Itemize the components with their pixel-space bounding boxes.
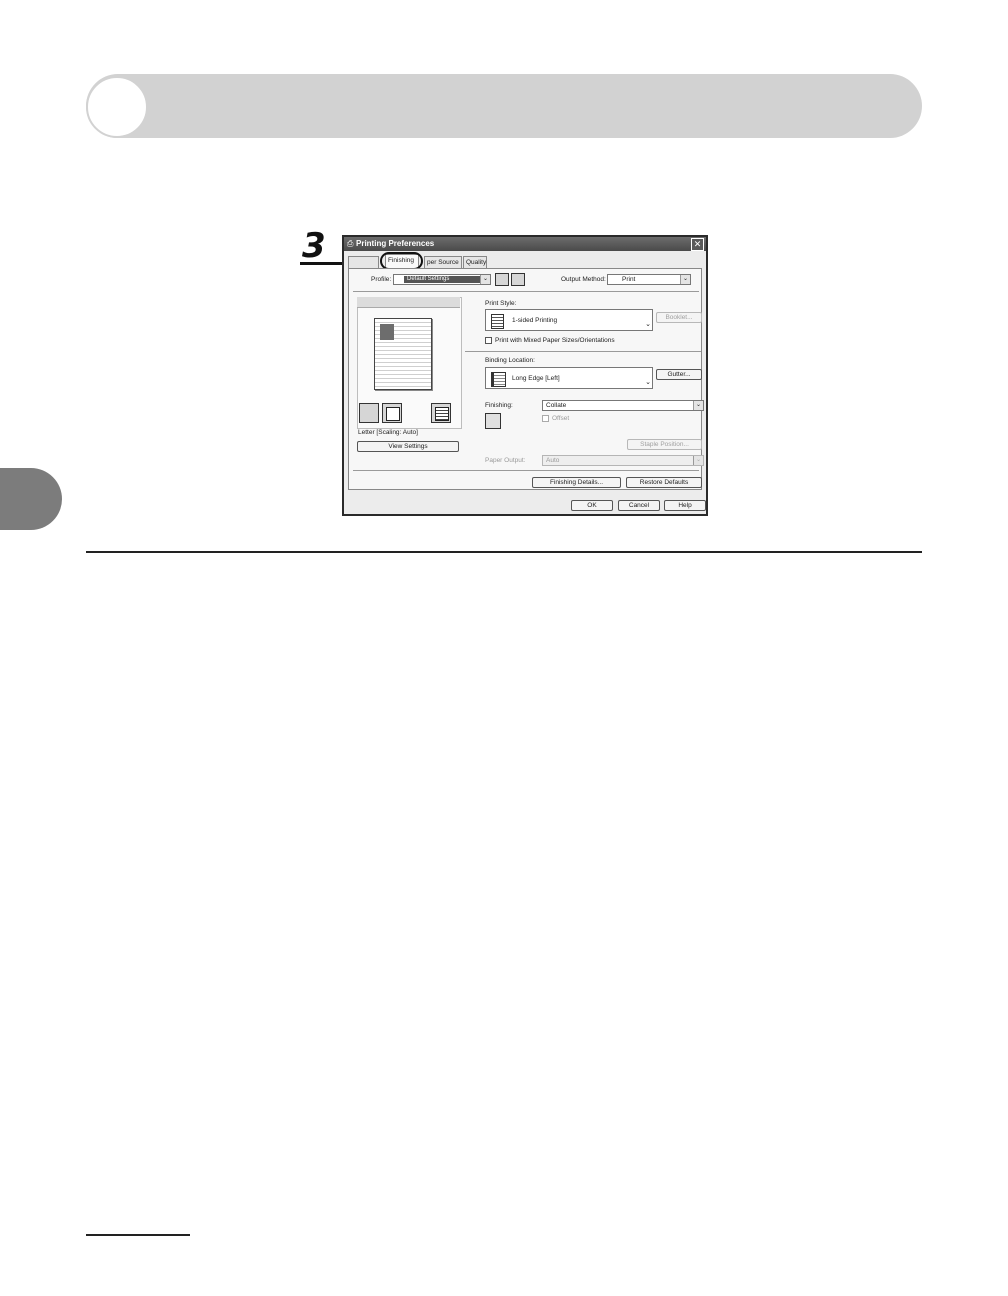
finishing-value: Collate: [546, 402, 567, 409]
printing-preferences-dialog: ⎙ Printing Preferences ✕ Finishing per S…: [342, 235, 708, 516]
cancel-button[interactable]: Cancel: [618, 500, 660, 511]
middle-separator: [465, 351, 701, 352]
section-divider: [86, 551, 922, 553]
view-settings-button[interactable]: View Settings: [357, 441, 459, 452]
one-sided-icon: [491, 314, 504, 329]
offset-label: Offset: [552, 415, 570, 422]
paper-output-select[interactable]: Auto ⌄: [542, 455, 704, 466]
chapter-side-tab: [0, 468, 62, 530]
profile-value: Default Settings: [404, 276, 480, 283]
paper-output-value: Auto: [546, 457, 560, 464]
top-separator: [353, 291, 699, 292]
dialog-title: Printing Preferences: [356, 239, 435, 248]
print-style-value: 1-sided Printing: [512, 317, 558, 324]
tab-quality[interactable]: Quality: [463, 256, 487, 268]
output-method-label: Output Method:: [561, 276, 606, 283]
preview-image-block: [380, 324, 394, 340]
page-stack-icon: [382, 403, 402, 423]
bottom-separator: [353, 470, 699, 471]
step-callout-number: 3: [302, 226, 326, 266]
profile-select[interactable]: Default Settings ⌄: [393, 274, 491, 285]
chevron-down-icon: ⌄: [645, 321, 651, 328]
section-header-band: [86, 74, 922, 138]
chevron-down-icon: ⌄: [693, 401, 703, 410]
print-style-select[interactable]: 1-sided Printing ⌄: [485, 309, 653, 331]
chevron-down-icon: ⌄: [645, 379, 651, 386]
restore-defaults-button[interactable]: Restore Defaults: [626, 477, 702, 488]
finishing-printer-icon: [485, 413, 501, 429]
mixed-sizes-checkbox[interactable]: [485, 337, 492, 344]
binding-location-label: Binding Location:: [485, 357, 535, 364]
staple-position-button[interactable]: Staple Position...: [627, 439, 702, 450]
finishing-details-button[interactable]: Finishing Details...: [532, 477, 621, 488]
mixed-sizes-label: Print with Mixed Paper Sizes/Orientation…: [495, 337, 615, 344]
ok-button[interactable]: OK: [571, 500, 613, 511]
chevron-down-icon: ⌄: [680, 275, 690, 284]
finishing-select[interactable]: Collate ⌄: [542, 400, 704, 411]
paper-output-label: Paper Output:: [485, 457, 526, 464]
finishing-panel: Profile: Default Settings ⌄ Output Metho…: [348, 268, 704, 490]
layout-icon: [431, 403, 451, 423]
preview-status: Letter [Scaling: Auto]: [358, 429, 418, 436]
binding-location-value: Long Edge [Left]: [512, 375, 560, 382]
add-profile-icon[interactable]: [495, 273, 509, 286]
chevron-down-icon: ⌄: [480, 275, 490, 284]
finishing-label: Finishing:: [485, 402, 513, 409]
booklet-button[interactable]: Booklet...: [656, 312, 702, 323]
help-button[interactable]: Help: [664, 500, 706, 511]
close-icon[interactable]: ✕: [691, 238, 704, 251]
printer-finishing-icon: [359, 403, 379, 423]
section-header-circle: [86, 76, 148, 138]
preview-toolbar: [357, 297, 460, 308]
printer-icon: ⎙: [347, 239, 354, 248]
edit-profile-icon[interactable]: [511, 273, 525, 286]
gutter-button[interactable]: Gutter...: [656, 369, 702, 380]
binding-location-select[interactable]: Long Edge [Left] ⌄: [485, 367, 653, 389]
output-method-value: Print: [622, 276, 636, 283]
tab-paper-source[interactable]: per Source: [424, 256, 462, 268]
chevron-down-icon: ⌄: [693, 456, 703, 465]
print-style-label: Print Style:: [485, 300, 517, 307]
output-method-select[interactable]: Print ⌄: [607, 274, 691, 285]
dialog-title-bar: ⎙ Printing Preferences ✕: [344, 237, 706, 251]
offset-checkbox[interactable]: [542, 415, 549, 422]
footnote-rule: [86, 1234, 190, 1236]
binding-edge-icon: [491, 372, 506, 387]
profile-label: Profile:: [371, 276, 392, 283]
tab-page-setup[interactable]: [348, 256, 379, 268]
